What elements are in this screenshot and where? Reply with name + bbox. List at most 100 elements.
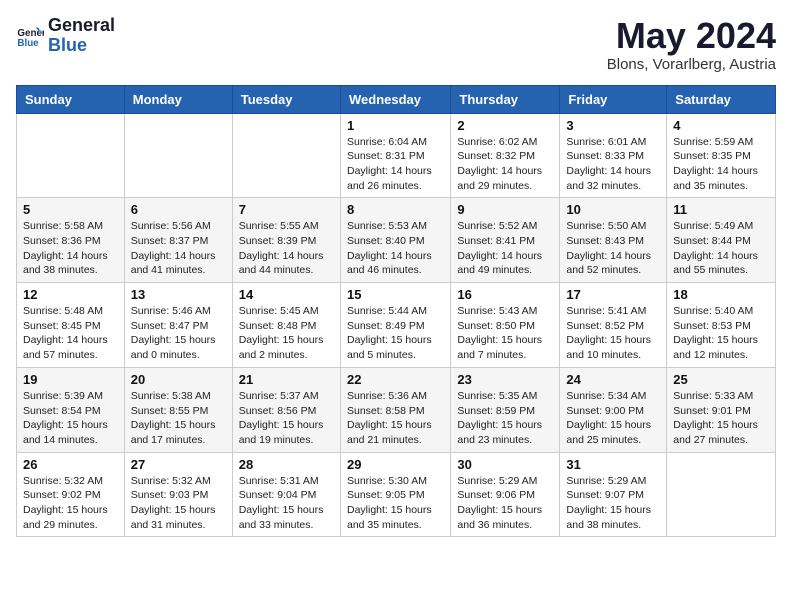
day-number: 9 [457,202,553,217]
day-info: Sunrise: 5:32 AM Sunset: 9:03 PM Dayligh… [131,474,226,533]
day-info: Sunrise: 5:56 AM Sunset: 8:37 PM Dayligh… [131,219,226,278]
week-row-3: 12 Sunrise: 5:48 AM Sunset: 8:45 PM Dayli… [17,283,776,368]
day-number: 2 [457,118,553,133]
day-cell: 13Sunrise: 5:46 AM Sunset: 8:47 PM Dayli… [124,283,232,368]
day-cell: 4 Sunrise: 5:59 AM Sunset: 8:35 PM Daylig… [667,113,776,198]
day-info: Sunrise: 5:35 AM Sunset: 8:59 PM Dayligh… [457,389,553,448]
week-row-4: 19Sunrise: 5:39 AM Sunset: 8:54 PM Dayli… [17,367,776,452]
location: Blons, Vorarlberg, Austria [607,56,776,73]
day-cell: 3 Sunrise: 6:01 AM Sunset: 8:33 PM Daylig… [560,113,667,198]
day-info: Sunrise: 5:33 AM Sunset: 9:01 PM Dayligh… [673,389,769,448]
day-info: Sunrise: 5:49 AM Sunset: 8:44 PM Dayligh… [673,219,769,278]
day-number: 25 [673,372,769,387]
day-number: 29 [347,457,444,472]
day-cell: 7 Sunrise: 5:55 AM Sunset: 8:39 PM Daylig… [232,198,340,283]
day-number: 10 [566,202,660,217]
day-number: 18 [673,287,769,302]
day-cell: 16 Sunrise: 5:43 AM Sunset: 8:50 PM Dayli… [451,283,560,368]
title-block: May 2024 Blons, Vorarlberg, Austria [607,16,776,73]
day-info: Sunrise: 5:59 AM Sunset: 8:35 PM Dayligh… [673,135,769,194]
day-number: 1 [347,118,444,133]
day-cell: 23 Sunrise: 5:35 AM Sunset: 8:59 PM Dayli… [451,367,560,452]
day-number: 27 [131,457,226,472]
day-cell: 17 Sunrise: 5:41 AM Sunset: 8:52 PM Dayli… [560,283,667,368]
day-cell: 12 Sunrise: 5:48 AM Sunset: 8:45 PM Dayli… [17,283,125,368]
day-cell: 2 Sunrise: 6:02 AM Sunset: 8:32 PM Daylig… [451,113,560,198]
day-number: 21 [239,372,334,387]
weekday-header-wednesday: Wednesday [340,85,450,113]
day-info: Sunrise: 5:53 AM Sunset: 8:40 PM Dayligh… [347,219,444,278]
day-cell: 19Sunrise: 5:39 AM Sunset: 8:54 PM Dayli… [17,367,125,452]
logo: General Blue General Blue [16,16,115,56]
day-info: Sunrise: 5:31 AM Sunset: 9:04 PM Dayligh… [239,474,334,533]
weekday-header-saturday: Saturday [667,85,776,113]
day-number: 14 [239,287,334,302]
logo-general: General [48,16,115,36]
day-cell: 14Sunrise: 5:45 AM Sunset: 8:48 PM Dayli… [232,283,340,368]
day-info: Sunrise: 5:32 AM Sunset: 9:02 PM Dayligh… [23,474,118,533]
day-number: 12 [23,287,118,302]
week-row-2: 5Sunrise: 5:58 AM Sunset: 8:36 PM Daylig… [17,198,776,283]
weekday-header-row: SundayMondayTuesdayWednesdayThursdayFrid… [17,85,776,113]
day-cell: 28 Sunrise: 5:31 AM Sunset: 9:04 PM Dayli… [232,452,340,537]
day-number: 3 [566,118,660,133]
day-cell: 6 Sunrise: 5:56 AM Sunset: 8:37 PM Daylig… [124,198,232,283]
day-number: 31 [566,457,660,472]
weekday-header-thursday: Thursday [451,85,560,113]
day-info: Sunrise: 6:01 AM Sunset: 8:33 PM Dayligh… [566,135,660,194]
day-info: Sunrise: 5:38 AM Sunset: 8:55 PM Dayligh… [131,389,226,448]
day-cell: 18Sunrise: 5:40 AM Sunset: 8:53 PM Dayli… [667,283,776,368]
day-number: 30 [457,457,553,472]
day-info: Sunrise: 5:55 AM Sunset: 8:39 PM Dayligh… [239,219,334,278]
day-number: 23 [457,372,553,387]
day-info: Sunrise: 6:04 AM Sunset: 8:31 PM Dayligh… [347,135,444,194]
weekday-header-friday: Friday [560,85,667,113]
day-cell: 31 Sunrise: 5:29 AM Sunset: 9:07 PM Dayli… [560,452,667,537]
day-number: 16 [457,287,553,302]
day-cell: 21 Sunrise: 5:37 AM Sunset: 8:56 PM Dayli… [232,367,340,452]
day-info: Sunrise: 5:44 AM Sunset: 8:49 PM Dayligh… [347,304,444,363]
day-info: Sunrise: 5:43 AM Sunset: 8:50 PM Dayligh… [457,304,553,363]
month-year: May 2024 [607,16,776,56]
day-number: 20 [131,372,226,387]
day-cell: 5Sunrise: 5:58 AM Sunset: 8:36 PM Daylig… [17,198,125,283]
day-number: 26 [23,457,118,472]
day-info: Sunrise: 5:58 AM Sunset: 8:36 PM Dayligh… [23,219,118,278]
day-info: Sunrise: 5:48 AM Sunset: 8:45 PM Dayligh… [23,304,118,363]
day-info: Sunrise: 5:41 AM Sunset: 8:52 PM Dayligh… [566,304,660,363]
day-cell: 25 Sunrise: 5:33 AM Sunset: 9:01 PM Dayli… [667,367,776,452]
weekday-header-sunday: Sunday [17,85,125,113]
day-number: 24 [566,372,660,387]
day-cell [124,113,232,198]
day-number: 17 [566,287,660,302]
logo-blue: Blue [48,36,115,56]
week-row-1: 1 Sunrise: 6:04 AM Sunset: 8:31 PM Daylig… [17,113,776,198]
day-info: Sunrise: 5:29 AM Sunset: 9:06 PM Dayligh… [457,474,553,533]
day-number: 6 [131,202,226,217]
day-number: 28 [239,457,334,472]
svg-text:Blue: Blue [17,38,39,49]
day-info: Sunrise: 5:29 AM Sunset: 9:07 PM Dayligh… [566,474,660,533]
weekday-header-monday: Monday [124,85,232,113]
day-number: 7 [239,202,334,217]
day-info: Sunrise: 6:02 AM Sunset: 8:32 PM Dayligh… [457,135,553,194]
day-info: Sunrise: 5:39 AM Sunset: 8:54 PM Dayligh… [23,389,118,448]
header: General Blue General Blue May 2024 Blons… [16,16,776,73]
day-cell: 30 Sunrise: 5:29 AM Sunset: 9:06 PM Dayli… [451,452,560,537]
day-cell: 27 Sunrise: 5:32 AM Sunset: 9:03 PM Dayli… [124,452,232,537]
calendar: SundayMondayTuesdayWednesdayThursdayFrid… [16,85,776,538]
day-info: Sunrise: 5:30 AM Sunset: 9:05 PM Dayligh… [347,474,444,533]
logo-icon: General Blue [16,22,44,50]
day-cell [17,113,125,198]
day-number: 22 [347,372,444,387]
day-number: 4 [673,118,769,133]
day-cell: 22 Sunrise: 5:36 AM Sunset: 8:58 PM Dayli… [340,367,450,452]
day-number: 15 [347,287,444,302]
weekday-header-tuesday: Tuesday [232,85,340,113]
day-info: Sunrise: 5:36 AM Sunset: 8:58 PM Dayligh… [347,389,444,448]
day-number: 13 [131,287,226,302]
day-cell [667,452,776,537]
day-info: Sunrise: 5:37 AM Sunset: 8:56 PM Dayligh… [239,389,334,448]
day-cell: 29 Sunrise: 5:30 AM Sunset: 9:05 PM Dayli… [340,452,450,537]
day-info: Sunrise: 5:50 AM Sunset: 8:43 PM Dayligh… [566,219,660,278]
